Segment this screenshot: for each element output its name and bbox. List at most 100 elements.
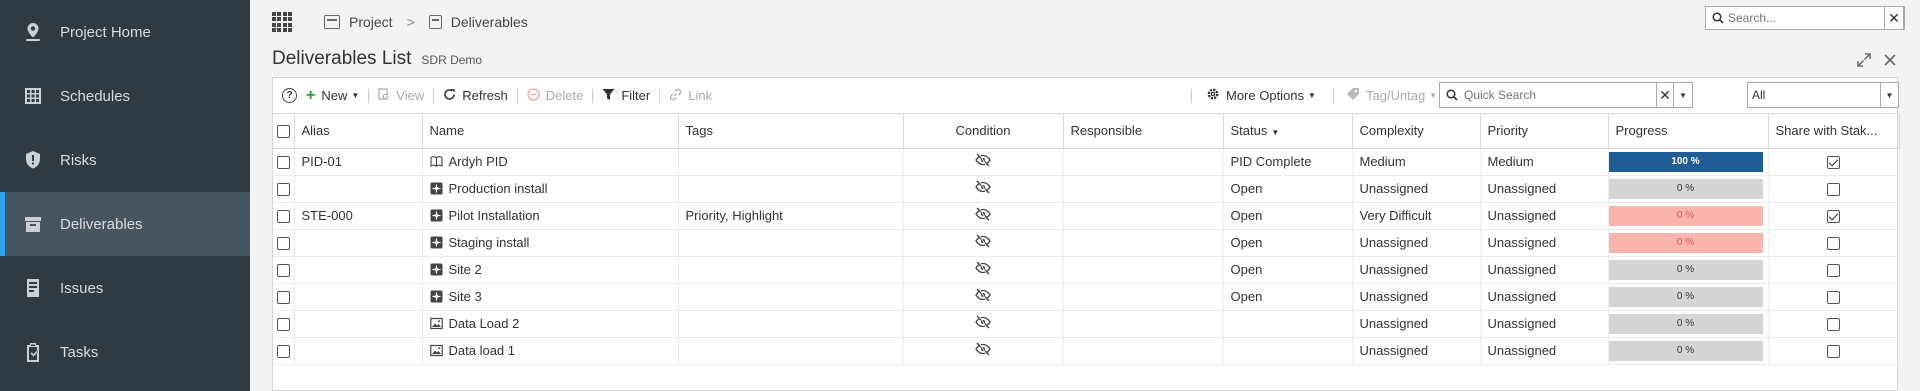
row-checkbox[interactable] [276,237,290,251]
share-checkbox[interactable] [1827,237,1840,251]
tags-cell: Priority, Highlight [678,202,904,230]
sidebar-item-deliverables[interactable]: Deliverables [0,192,250,256]
share-checkbox[interactable] [1827,345,1840,359]
chevron-down-icon[interactable]: ▼ [1674,83,1692,107]
sidebar-item-risks[interactable]: Risks [0,128,250,192]
column-header-status[interactable]: Status ▼ [1223,114,1353,149]
table-row[interactable]: Site 2 Open Unassigned Unassigned 0 % [273,256,1900,284]
scope-select[interactable]: All ▼ [1747,82,1899,108]
plus-icon: + [306,86,316,104]
expand-icon[interactable] [1856,52,1872,68]
progress-label: 0 % [1676,291,1695,302]
column-header-alias[interactable]: Alias [294,114,423,149]
help-icon[interactable]: ? [282,88,297,103]
name-cell[interactable]: Pilot Installation [422,202,679,230]
table-row[interactable]: PID-01 Ardyh PID PID Complete Medium Medium 1… [273,148,1900,176]
apps-grid-icon[interactable] [272,12,292,32]
delete-icon [527,87,540,104]
deliverable-name: Site 2 [448,262,482,277]
share-checkbox[interactable] [1827,183,1840,197]
project-subtitle: SDR Demo [421,53,483,67]
refresh-button[interactable]: Refresh [434,78,517,113]
name-cell[interactable]: Data Load 2 [422,310,679,338]
clear-quick-search-button[interactable]: ✕ [1656,83,1674,107]
name-cell[interactable]: Production install [422,175,679,203]
table-row[interactable]: STE-000 Pilot Installation Priority, Highl… [273,202,1900,230]
link-button[interactable]: Link [660,78,721,113]
close-icon[interactable] [1882,52,1898,68]
share-checkbox[interactable] [1827,156,1840,170]
delete-button[interactable]: Delete [518,78,593,113]
alias-cell [294,337,423,365]
name-cell[interactable]: Site 3 [422,283,679,311]
eye-slash-icon [975,261,991,278]
row-checkbox-cell [273,148,295,176]
share-cell [1768,229,1900,257]
view-button[interactable]: View [369,78,433,113]
column-header-name[interactable]: Name [422,114,679,149]
complexity-cell: Unassigned [1352,310,1481,338]
sidebar-item-label: Deliverables [60,215,143,233]
filter-button[interactable]: Filter [593,78,659,113]
share-checkbox[interactable] [1827,318,1840,332]
row-checkbox[interactable] [276,156,290,170]
share-checkbox[interactable] [1827,264,1840,278]
chevron-down-icon: ▼ [1308,91,1316,100]
name-cell[interactable]: Staging install [422,229,679,257]
sidebar-item-issues[interactable]: Issues [0,256,250,320]
select-all-checkbox[interactable] [276,125,290,139]
column-header-progress[interactable]: Progress [1608,114,1769,149]
table-row[interactable]: Data Load 2 Unassigned Unassigned 0 % [273,310,1900,338]
column-header-priority[interactable]: Priority [1480,114,1609,149]
row-checkbox[interactable] [276,264,290,278]
row-checkbox[interactable] [276,318,290,332]
progress-label: 0 % [1676,237,1695,248]
name-cell[interactable]: Data load 1 [422,337,679,365]
toolbar: ? + New ▼ View Refresh Delete Filter Lin… [273,78,1899,114]
share-cell [1768,256,1900,284]
sidebar-item-schedules[interactable]: Schedules [0,64,250,128]
quick-search-input[interactable] [1464,88,1664,102]
share-checkbox[interactable] [1827,291,1840,305]
sidebar-item-project-home[interactable]: Project Home [0,0,250,64]
progress-cell: 0 % [1608,175,1769,203]
table-row[interactable]: Site 3 Open Unassigned Unassigned 0 % [273,283,1900,311]
chevron-down-icon[interactable]: ▼ [1880,83,1898,107]
progress-bar: 100 % [1608,151,1763,172]
row-checkbox[interactable] [276,291,290,305]
table-row[interactable]: Data load 1 Unassigned Unassigned 0 % [273,337,1900,365]
name-cell[interactable]: Site 2 [422,256,679,284]
more-options-button[interactable]: More Options ▼ [1197,78,1325,113]
column-header-tags[interactable]: Tags [678,114,904,149]
column-header-complexity[interactable]: Complexity [1352,114,1481,149]
scope-select-value: All [1752,88,1766,102]
breadcrumb-separator: > [406,14,415,30]
breadcrumb-deliverables[interactable]: Deliverables [428,14,528,30]
priority-cell: Unassigned [1480,283,1609,311]
name-cell[interactable]: Ardyh PID [422,148,679,176]
row-checkbox[interactable] [276,183,290,197]
column-header-responsible[interactable]: Responsible [1063,114,1224,149]
breadcrumb-project[interactable]: Project [324,14,393,30]
share-checkbox[interactable] [1827,210,1840,224]
condition-cell [903,148,1064,176]
column-header-condition[interactable]: Condition [903,114,1064,149]
share-cell [1768,337,1900,365]
table-row[interactable]: Production install Open Unassigned Unassign… [273,175,1900,203]
sidebar-item-tasks[interactable]: Tasks [0,320,250,384]
priority-cell: Unassigned [1480,256,1609,284]
clear-search-button[interactable]: ✕ [1884,6,1904,30]
progress-bar: 0 % [1608,259,1763,280]
tag-untag-button[interactable]: Tag/Untag ▼ [1337,78,1446,113]
sidebar-item-label: Tasks [60,343,99,361]
eye-slash-icon [975,315,991,332]
row-checkbox[interactable] [276,345,290,359]
deliverable-name: Data load 1 [448,343,516,358]
new-button[interactable]: + New ▼ [297,78,368,113]
global-search-input[interactable] [1728,11,1878,25]
table-row[interactable]: Staging install Open Unassigned Unassigned 0… [273,229,1900,257]
column-header-share[interactable]: Share with Stak... [1768,114,1900,149]
row-checkbox[interactable] [276,210,290,224]
map-pin-icon [22,21,44,43]
row-checkbox-cell [273,202,295,230]
